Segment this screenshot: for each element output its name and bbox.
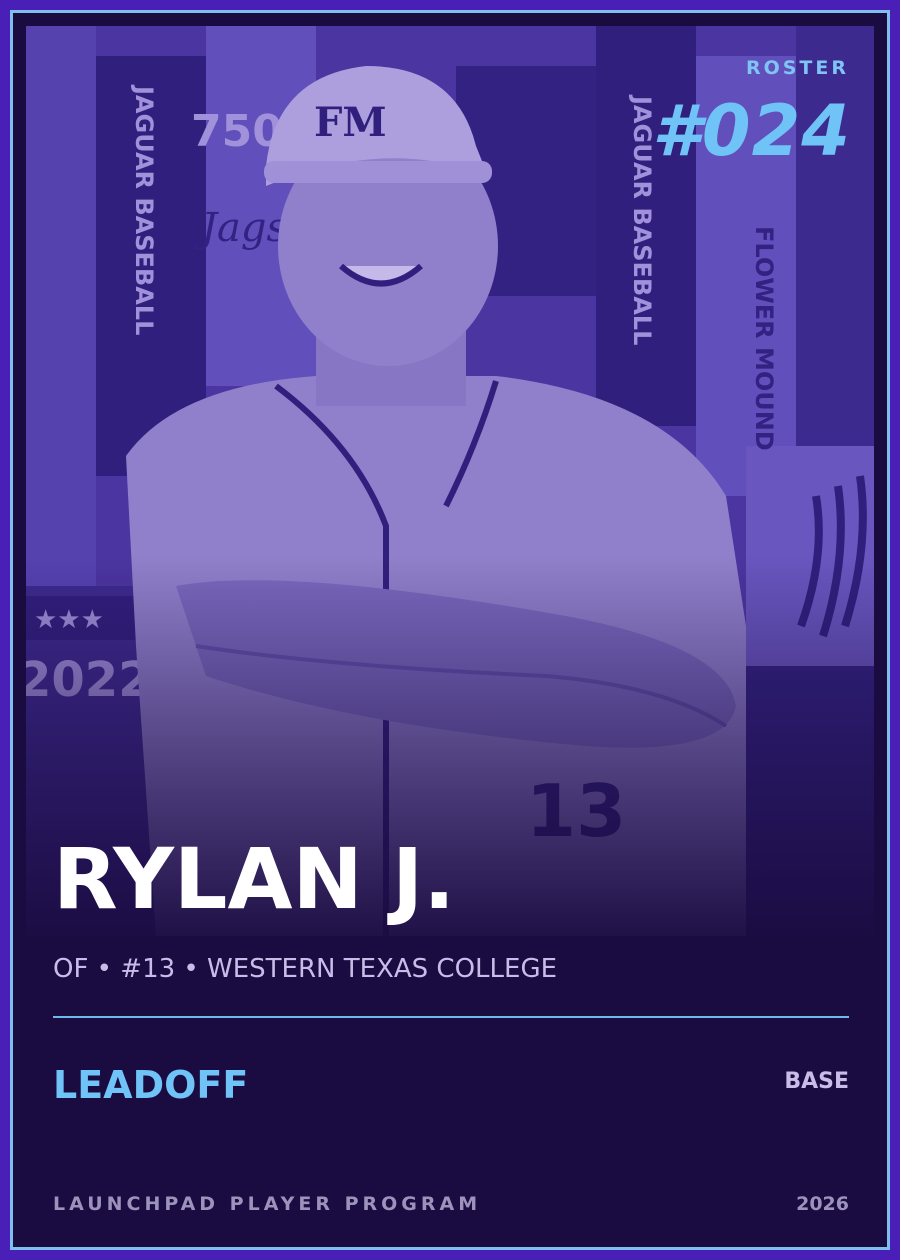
year-label: 2026: [796, 1193, 849, 1215]
player-name: RYLAN J.: [53, 830, 456, 928]
tier-label: LEADOFF: [53, 1063, 249, 1107]
player-card: JAGUAR BASEBALL JAGUAR BASEBALL FLOWER M…: [10, 10, 890, 1250]
roster-label: ROSTER: [745, 57, 849, 79]
roster-number: #024: [652, 90, 851, 172]
program-label: LAUNCHPAD PLAYER PROGRAM: [53, 1193, 482, 1215]
player-meta: OF • #13 • WESTERN TEXAS COLLEGE: [53, 954, 558, 984]
variant-label: BASE: [784, 1069, 849, 1094]
divider: [53, 1016, 849, 1018]
